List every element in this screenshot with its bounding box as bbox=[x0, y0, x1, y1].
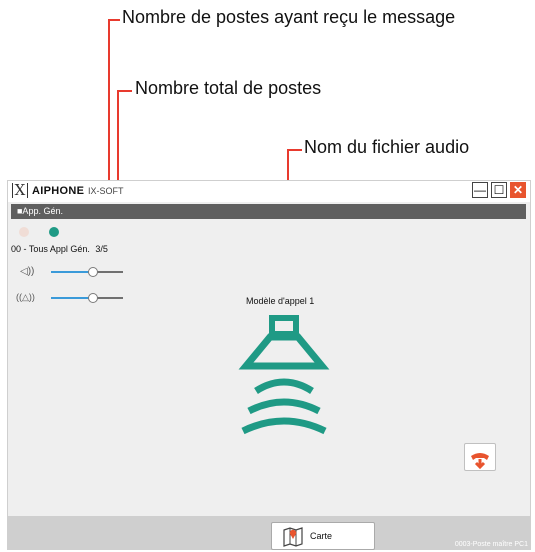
station-name: 00 - Tous Appl Gén. bbox=[11, 244, 90, 254]
app-window: X AIPHONE IX-SOFT — ☐ ✕ ■App. Gén. 00 - … bbox=[7, 180, 531, 550]
map-button[interactable]: Carte bbox=[271, 522, 375, 550]
callout-total-count: Nombre total de postes bbox=[135, 78, 322, 98]
group-bar: ■App. Gén. bbox=[11, 204, 526, 219]
bell-volume-track-rest bbox=[96, 297, 123, 299]
station-id-label: 0003-Poste maître PC1 bbox=[454, 541, 528, 548]
audio-file-name: Modèle d'appel 1 bbox=[246, 296, 315, 306]
maximize-button[interactable]: ☐ bbox=[491, 182, 507, 198]
speaker-volume-slider[interactable] bbox=[88, 267, 98, 277]
speaker-volume-track-rest bbox=[96, 271, 123, 273]
footer-bar: Carte 0003-Poste maître PC1 bbox=[8, 516, 530, 550]
map-icon bbox=[283, 527, 303, 547]
callout-line-audio-h bbox=[287, 149, 302, 151]
speaker-volume-icon: ◁)) bbox=[20, 266, 35, 277]
callout-received-count: Nombre de postes ayant reçu le message bbox=[122, 7, 456, 27]
bell-volume-track-fill bbox=[51, 297, 92, 299]
ix-logo-icon: X bbox=[12, 183, 28, 198]
callout-line-total-h bbox=[117, 90, 132, 92]
station-label: 00 - Tous Appl Gén. 3/5 bbox=[11, 244, 108, 254]
minimize-button[interactable]: — bbox=[472, 182, 488, 198]
status-dot-active bbox=[49, 227, 59, 237]
product-name: IX-SOFT bbox=[88, 186, 124, 196]
station-count: 3/5 bbox=[95, 244, 108, 254]
brand-name: AIPHONE bbox=[32, 185, 85, 197]
map-button-label: Carte bbox=[310, 531, 333, 541]
hang-up-icon bbox=[471, 453, 489, 470]
close-button[interactable]: ✕ bbox=[510, 182, 526, 198]
bell-volume-icon: ((△)) bbox=[16, 292, 35, 302]
status-dot-inactive bbox=[19, 227, 29, 237]
bell-volume-slider[interactable] bbox=[88, 293, 98, 303]
broadcast-speaker-icon bbox=[238, 315, 330, 435]
callout-audio-file: Nom du fichier audio bbox=[304, 137, 470, 157]
title-bar: X AIPHONE IX-SOFT — ☐ ✕ bbox=[8, 181, 530, 202]
end-call-button[interactable] bbox=[464, 443, 496, 471]
speaker-volume-track-fill bbox=[51, 271, 92, 273]
